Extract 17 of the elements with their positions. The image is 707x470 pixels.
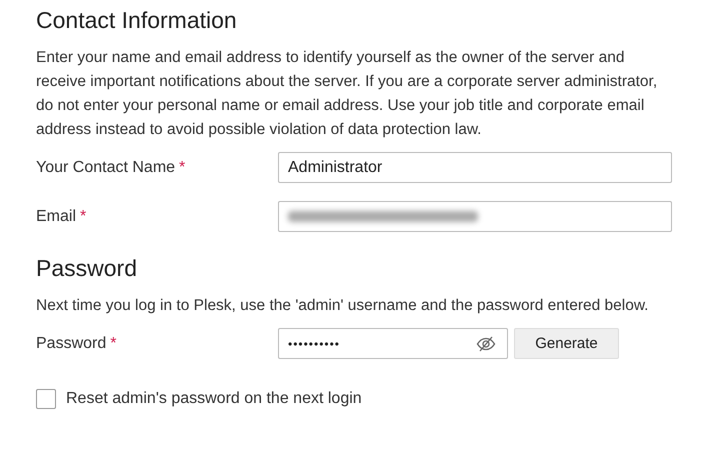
password-field[interactable]: •••••••••• [278, 328, 508, 359]
required-mark: * [110, 334, 116, 352]
input-field[interactable]: Administrator [278, 152, 672, 183]
checkbox-label: Reset admin's password on the next login [66, 390, 362, 408]
field-label: Your Contact Name [36, 158, 176, 176]
field-label: Email [36, 208, 76, 226]
section-title: Password [36, 254, 138, 283]
field-label: Password [36, 334, 106, 352]
generate-button[interactable]: Generate [514, 328, 619, 359]
section-title: Contact Information [36, 6, 238, 35]
hidden-eye-icon[interactable] [476, 336, 496, 352]
required-mark: * [179, 158, 186, 176]
checkbox[interactable] [36, 389, 56, 409]
section-description: Next time you log in to Plesk, use the 'admin' username and the password entered below. [36, 296, 650, 316]
input-field[interactable] [278, 201, 672, 232]
section-description: Enter your name and email address to identify yourself as the owner of the server and receive important notifications about the server. If you are a corporate server administrator, do not enter your personal name or email address. Use your job title and corporate email address instead to avoid possible violation of data protection law. [36, 48, 658, 140]
required-mark: * [80, 208, 86, 226]
